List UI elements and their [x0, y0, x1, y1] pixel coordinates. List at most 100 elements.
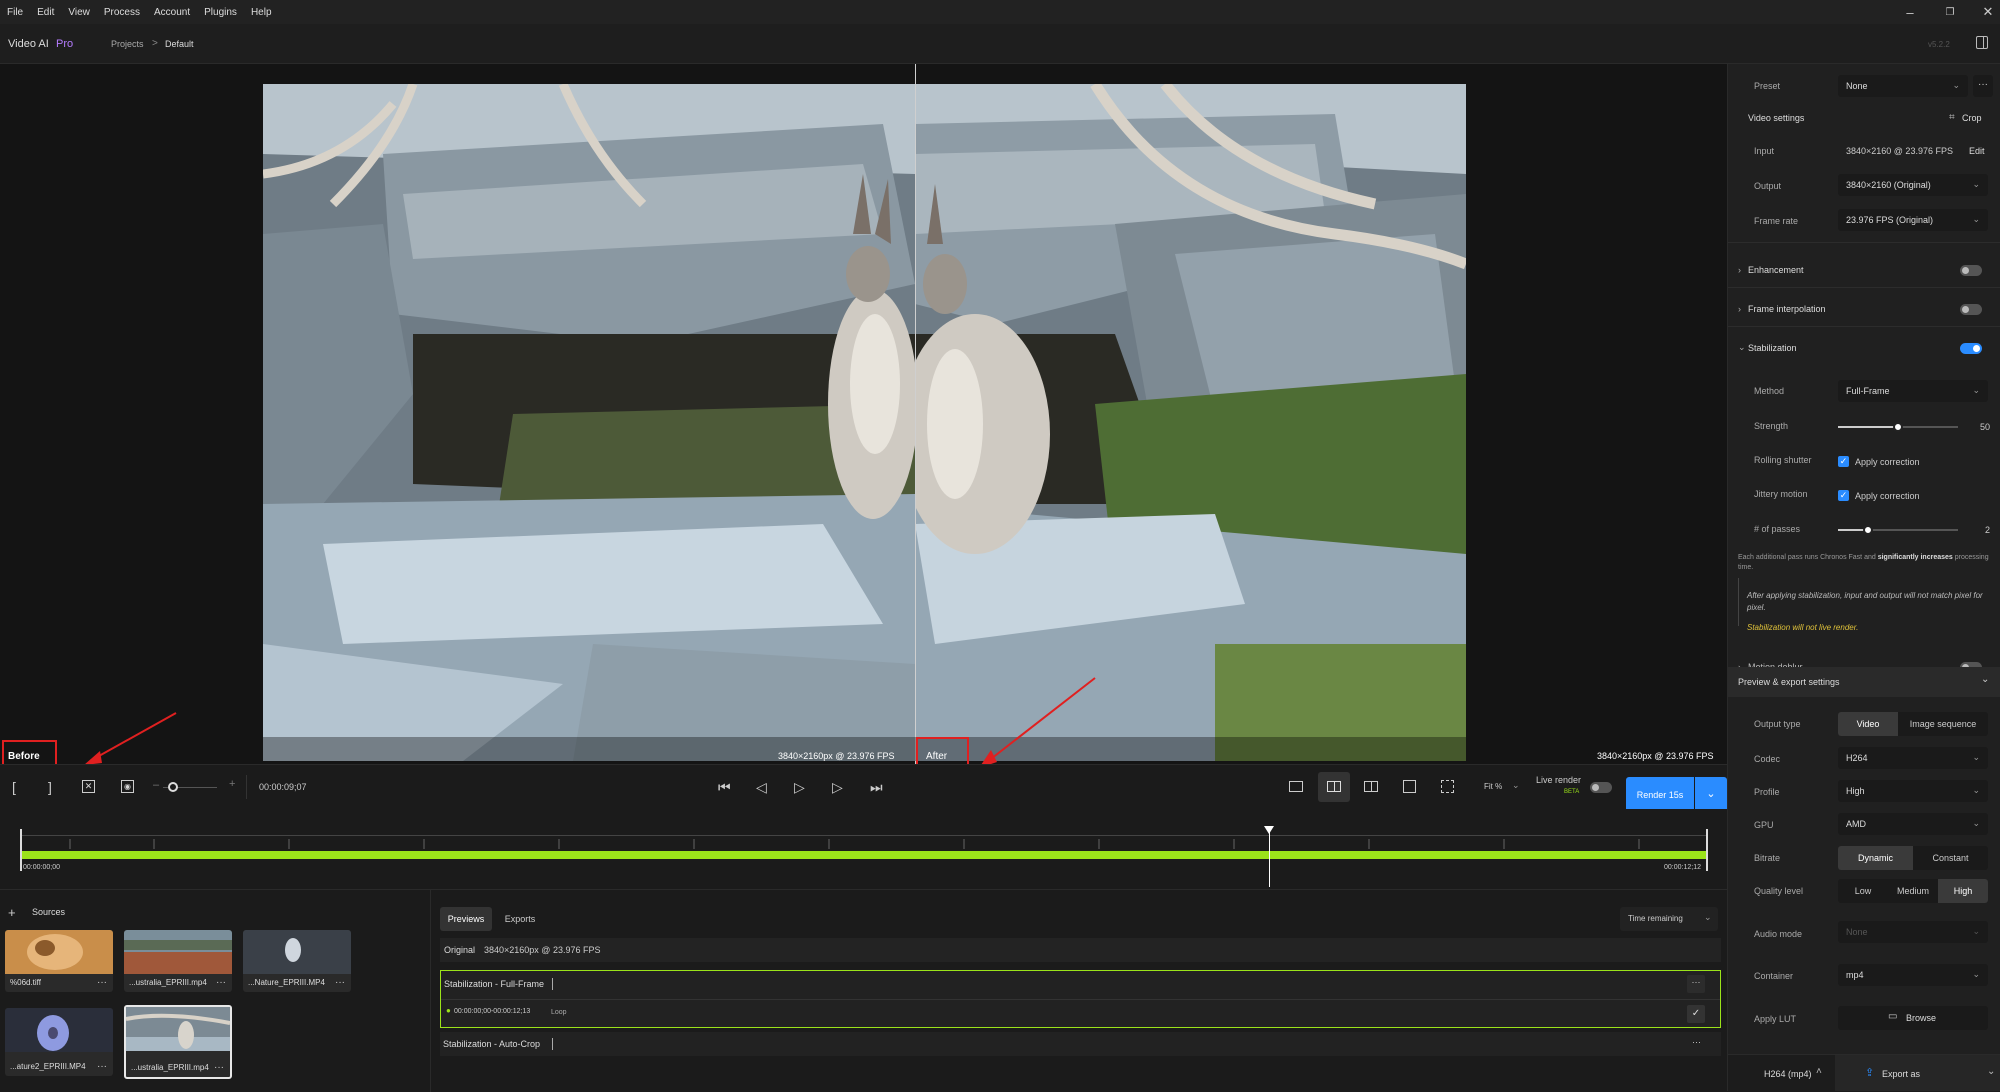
breadcrumb-projects[interactable]: Projects	[111, 39, 144, 49]
clear-marks-icon[interactable]: ✕	[82, 780, 95, 793]
chevron-right-icon[interactable]: ›	[1738, 304, 1741, 314]
source-thumbnail[interactable]: ...ature2_EPRIII.MP4 ···	[5, 1008, 113, 1076]
input-edit-button[interactable]: Edit	[1969, 146, 1985, 156]
menu-process[interactable]: Process	[97, 7, 147, 18]
step-forward-icon[interactable]: ▷	[832, 779, 843, 796]
more-options-icon[interactable]: ···	[1692, 1037, 1701, 1047]
menu-file[interactable]: File	[0, 7, 30, 18]
play-icon[interactable]: ▷	[794, 779, 805, 796]
audio-mode-dropdown[interactable]: None ⌄	[1838, 921, 1988, 943]
fit-chevron-icon[interactable]: ⌄	[1512, 780, 1520, 791]
chevron-right-icon[interactable]: ›	[1738, 265, 1741, 275]
compare-icon[interactable]	[1403, 780, 1416, 793]
side-by-side-icon[interactable]	[1364, 781, 1378, 792]
gpu-dropdown[interactable]: AMD ⌄	[1838, 813, 1988, 835]
chevron-down-icon[interactable]: ⌄	[1738, 342, 1746, 353]
more-options-icon[interactable]: ···	[216, 977, 226, 988]
menu-view[interactable]: View	[61, 7, 97, 18]
jittery-motion-checkbox[interactable]: ✓	[1838, 490, 1849, 501]
snapshot-icon[interactable]: ◉	[121, 780, 134, 793]
mark-out-button[interactable]: ]	[48, 779, 52, 795]
jittery-motion-apply[interactable]: Apply correction	[1855, 491, 1920, 501]
step-back-icon[interactable]: ◁	[756, 779, 767, 796]
split-divider[interactable]	[915, 64, 916, 764]
zoom-slider-knob[interactable]	[168, 782, 178, 792]
zoom-slider[interactable]	[163, 782, 217, 792]
crop-icon[interactable]: ⌗	[1949, 112, 1955, 123]
skip-end-icon[interactable]: ⏭	[870, 779, 883, 796]
crop-button[interactable]: Crop	[1962, 113, 1982, 123]
quality-segmented[interactable]: Low Medium High	[1838, 879, 1988, 903]
timeline[interactable]: 00:00:00;00 00:00:12;12	[0, 809, 1727, 889]
menu-help[interactable]: Help	[244, 7, 279, 18]
menu-plugins[interactable]: Plugins	[197, 7, 244, 18]
mark-in-button[interactable]: [	[12, 779, 16, 795]
live-render-toggle[interactable]	[1590, 782, 1612, 793]
loop-label[interactable]: Loop	[551, 1009, 567, 1016]
passes-slider[interactable]	[1838, 525, 1958, 535]
zoom-out-button[interactable]: –	[153, 779, 159, 791]
render-options-chevron-icon[interactable]: ⌄	[1695, 777, 1727, 813]
strength-slider[interactable]	[1838, 422, 1958, 432]
zoom-in-button[interactable]: +	[229, 778, 235, 790]
more-options-icon[interactable]: ···	[335, 977, 345, 988]
add-source-icon[interactable]: +	[8, 905, 16, 920]
preset-more-icon[interactable]: ···	[1973, 75, 1993, 97]
restore-button[interactable]: ❐	[1930, 0, 1970, 24]
frame-interpolation-section[interactable]: Frame interpolation	[1748, 304, 1826, 314]
source-thumbnail-selected[interactable]: ...ustralia_EPRIII.mp4 ···	[124, 1005, 232, 1079]
source-thumbnail[interactable]: ...Nature_EPRIII.MP4 ···	[243, 930, 351, 992]
export-as-button[interactable]: ⇪ Export as ⌄	[1835, 1055, 2000, 1091]
source-thumbnail[interactable]: %06d.tiff ···	[5, 930, 113, 992]
quality-low[interactable]: Low	[1838, 879, 1888, 903]
timeline-in-handle[interactable]	[20, 829, 22, 871]
minimize-button[interactable]: –	[1890, 0, 1930, 24]
strength-slider-knob[interactable]	[1893, 422, 1903, 432]
close-button[interactable]: ✕	[1968, 0, 2000, 24]
time-remaining-dropdown[interactable]: Time remaining ⌄	[1620, 907, 1718, 931]
bitrate-constant[interactable]: Constant	[1913, 846, 1988, 870]
more-options-icon[interactable]: ···	[97, 1061, 107, 1072]
frame-interpolation-toggle[interactable]	[1960, 304, 1982, 315]
codec-dropdown[interactable]: H264 ⌄	[1838, 747, 1988, 769]
enhancement-toggle[interactable]	[1960, 265, 1982, 276]
menu-edit[interactable]: Edit	[30, 7, 61, 18]
fullscreen-icon[interactable]	[1441, 780, 1454, 793]
more-options-icon[interactable]: ···	[214, 1062, 224, 1073]
source-thumbnail[interactable]: ...ustralia_EPRIII.mp4 ···	[124, 930, 232, 992]
timeline-range-bar[interactable]	[20, 851, 1708, 859]
more-options-icon[interactable]: ···	[97, 977, 107, 988]
preview-export-header[interactable]: Preview & export settings ⌄	[1728, 667, 2000, 697]
menu-account[interactable]: Account	[147, 7, 197, 18]
container-dropdown[interactable]: mp4 ⌄	[1838, 964, 1988, 986]
output-type-segmented[interactable]: Video Image sequence	[1838, 712, 1988, 736]
rolling-shutter-apply[interactable]: Apply correction	[1855, 457, 1920, 467]
stabilization-toggle[interactable]	[1960, 343, 1982, 354]
output-type-image-sequence[interactable]: Image sequence	[1898, 712, 1988, 736]
method-dropdown[interactable]: Full-Frame ⌄	[1838, 380, 1988, 402]
rolling-shutter-checkbox[interactable]: ✓	[1838, 456, 1849, 467]
profile-dropdown[interactable]: High ⌄	[1838, 780, 1988, 802]
tab-exports[interactable]: Exports	[494, 907, 546, 931]
more-options-icon[interactable]: ···	[1687, 975, 1705, 993]
fit-zoom-dropdown[interactable]: Fit %	[1484, 782, 1502, 791]
output-type-video[interactable]: Video	[1838, 712, 1898, 736]
timeline-out-handle[interactable]	[1706, 829, 1708, 871]
quality-high[interactable]: High	[1938, 879, 1988, 903]
passes-slider-knob[interactable]	[1863, 525, 1873, 535]
output-dropdown[interactable]: 3840×2160 (Original) ⌄	[1838, 174, 1988, 196]
bitrate-segmented[interactable]: Dynamic Constant	[1838, 846, 1988, 870]
frame-rate-dropdown[interactable]: 23.976 FPS (Original) ⌄	[1838, 209, 1988, 231]
browse-button[interactable]: ▭ Browse	[1838, 1006, 1988, 1030]
split-view-button[interactable]	[1318, 772, 1350, 802]
single-view-icon[interactable]	[1289, 781, 1303, 792]
chevron-up-icon[interactable]: ˄	[1816, 1066, 1822, 1077]
panel-toggle-icon[interactable]	[1976, 36, 1988, 49]
skip-start-icon[interactable]: ⏮	[718, 779, 731, 796]
check-icon[interactable]: ✓	[1687, 1005, 1705, 1023]
preview-item-selected[interactable]: Stabilization - Full-Frame ··· ● 00:00:0…	[440, 970, 1721, 1028]
render-button[interactable]: Render 15s	[1626, 777, 1694, 813]
enhancement-section[interactable]: Enhancement	[1748, 265, 1804, 275]
preview-item[interactable]: Stabilization - Auto-Crop ···	[440, 1032, 1721, 1056]
bitrate-dynamic[interactable]: Dynamic	[1838, 846, 1913, 870]
